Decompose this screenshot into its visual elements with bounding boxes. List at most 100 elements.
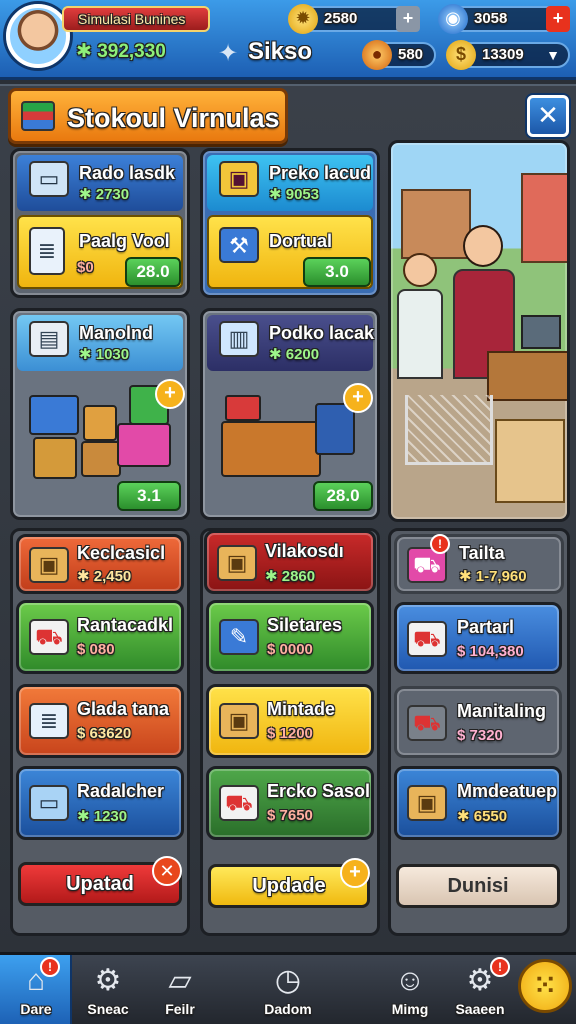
player-avatar[interactable]	[6, 4, 70, 68]
card-podko[interactable]: ▥ Podko lacak ✱ 6200 + 28.0	[200, 308, 380, 520]
goods-crate	[495, 419, 565, 503]
card-label: Manolnd	[79, 323, 153, 343]
cart-icon: ⛟	[407, 705, 447, 741]
item-label: Vilakosdı	[265, 541, 344, 561]
mailbox	[315, 403, 355, 455]
nav-label: Mimg	[391, 1001, 429, 1017]
card-value: ✱ 9053	[269, 186, 320, 203]
card-value: ✱ 6200	[269, 346, 320, 363]
nav-label: Dadom	[264, 1001, 312, 1017]
item-vilakosdi[interactable]: ▣ Vilakosdı ✱ 2860	[204, 530, 376, 594]
item-label: Partarl	[457, 617, 515, 637]
item-mintade[interactable]: ▣ Mintade $ 1200	[206, 684, 374, 758]
item-label: Mintade	[267, 699, 336, 719]
building-red	[521, 173, 567, 263]
item-radalcher[interactable]: ▭ Radalcher ✱ 1230	[16, 766, 184, 840]
store-books-icon	[21, 101, 55, 131]
item-value: ✱ 1230	[77, 808, 128, 825]
gear-coin-icon: ✹	[288, 4, 318, 34]
counter	[487, 351, 567, 401]
price-tag[interactable]: 3.0	[303, 257, 371, 287]
item-label: Mmdeatuep	[457, 781, 558, 801]
nav-home[interactable]: ⌂ Dare	[0, 955, 72, 1024]
nav-dadom[interactable]: ◷ Dadom	[252, 955, 324, 1024]
woman-body	[397, 289, 443, 379]
item-keclcasicl[interactable]: ▣ Keclcasicl ✱ 2,450	[16, 534, 184, 594]
card-rado[interactable]: ▭ Rado lasdk ✱ 2730 ≣ Paalg Vool $0 28.0	[10, 148, 190, 298]
close-badge-icon[interactable]: ✕	[152, 856, 182, 886]
add-badge[interactable]: +	[343, 383, 373, 413]
price-tag[interactable]: 3.1	[117, 481, 181, 511]
item-value: $ 63620	[77, 725, 132, 742]
item-ercko[interactable]: ⛟ Ercko Sasol $ 7650	[206, 766, 374, 840]
device-icon: ▭	[29, 785, 69, 821]
cart-icon: ⛟	[219, 785, 259, 821]
item-glada[interactable]: ≣ Glada tana $ 63620	[16, 684, 184, 758]
crate-blue	[29, 395, 79, 435]
item-label: Glada tana	[77, 699, 170, 719]
item-value: ✱ 6550	[457, 808, 508, 825]
crate-pink	[117, 423, 171, 467]
item-siletares[interactable]: ✎ Siletares $ 0000	[206, 600, 374, 674]
gems-value: 3058	[474, 10, 508, 27]
grid-menu-button[interactable]: ⁙	[518, 959, 572, 1013]
nav-label: Sneac	[87, 1001, 129, 1017]
box-icon: ▣	[217, 545, 257, 581]
add-coins-button[interactable]: +	[396, 6, 420, 32]
card-label: Preko lacud	[269, 163, 372, 183]
item-label: Rantacadkl	[77, 615, 174, 635]
currency-b-value: 13309	[482, 46, 524, 63]
item-manitaling[interactable]: ⛟ Manitaling $ 7320	[394, 686, 562, 758]
panel-title-box: Stokoul Virnulas	[8, 88, 288, 144]
card-sub-value: $0	[77, 259, 94, 276]
item-value: ✱ 2860	[265, 568, 316, 585]
item-label: Keclcasicl	[77, 543, 166, 563]
crate-icon: ▣	[219, 703, 259, 739]
item-value: $ 7650	[267, 807, 313, 824]
item-mmdeatuep[interactable]: ▣ Mmdeatuep ✱ 6550	[394, 766, 562, 840]
currency-a-value: 580	[398, 46, 424, 63]
price-tag[interactable]: 28.0	[125, 257, 181, 287]
nav-badge: !	[490, 957, 510, 977]
nav-feilr[interactable]: ▱ Feilr	[144, 955, 216, 1024]
add-badge[interactable]: +	[155, 379, 185, 409]
currency-a-pill: ● 580	[362, 40, 436, 70]
item-label: Ercko Sasol	[267, 781, 371, 801]
nav-mimg[interactable]: ☺ Mimg	[374, 955, 446, 1024]
item-rantacadkl[interactable]: ⛟ Rantacadkl $ 080	[16, 600, 184, 674]
item-label: Siletares	[267, 615, 343, 635]
item-value: ✱ 1-7,960	[459, 568, 527, 585]
gem-icon: ◉	[438, 4, 468, 34]
note-icon: ▱	[168, 964, 192, 997]
nav-label: Feilr	[165, 1001, 195, 1017]
gold-coin-icon: $	[446, 40, 476, 70]
open-crate	[221, 421, 321, 477]
crate-tan	[81, 441, 121, 477]
add-gems-button[interactable]: +	[546, 6, 570, 32]
woman-face	[403, 253, 437, 287]
business-name: Simulasi Bunines	[62, 6, 210, 32]
item-label: Radalcher	[77, 781, 165, 801]
crate-brown	[33, 437, 77, 479]
item-value: $ 0000	[267, 641, 313, 658]
box-icon: ▣	[29, 547, 69, 583]
dunisi-button[interactable]: Dunisi	[396, 864, 560, 908]
chevron-down-icon[interactable]: ▼	[546, 44, 560, 66]
nav-label: Saaeen	[455, 1001, 505, 1017]
price-tag[interactable]: 28.0	[313, 481, 373, 511]
nav-sneac[interactable]: ⚙ Sneac	[72, 955, 144, 1024]
tool-icon: ✎	[219, 619, 259, 655]
tools-icon: ⚒	[219, 227, 259, 263]
money-display: ✱ 392,330	[76, 41, 166, 62]
item-tailta[interactable]: ⛟ Tailta ✱ 1-7,960	[394, 534, 564, 594]
item-value: $ 104,380	[457, 643, 524, 660]
add-badge[interactable]: +	[340, 858, 370, 888]
currency-b-pill: $ 13309 ▼	[446, 40, 570, 70]
item-partarl[interactable]: ⛟ Partarl $ 104,380	[394, 602, 562, 674]
card-preko[interactable]: ▣ Preko lacud ✱ 9053 ⚒ Dortual 3.0	[200, 148, 380, 298]
close-button[interactable]: ✕	[527, 95, 569, 137]
card-value: ✱ 2730	[79, 186, 130, 203]
card-manolnd[interactable]: ▤ Manolnd ✱ 1030 + 3.1	[10, 308, 190, 520]
coin-icon: ●	[362, 40, 392, 70]
level-label: Sikso	[248, 38, 313, 65]
